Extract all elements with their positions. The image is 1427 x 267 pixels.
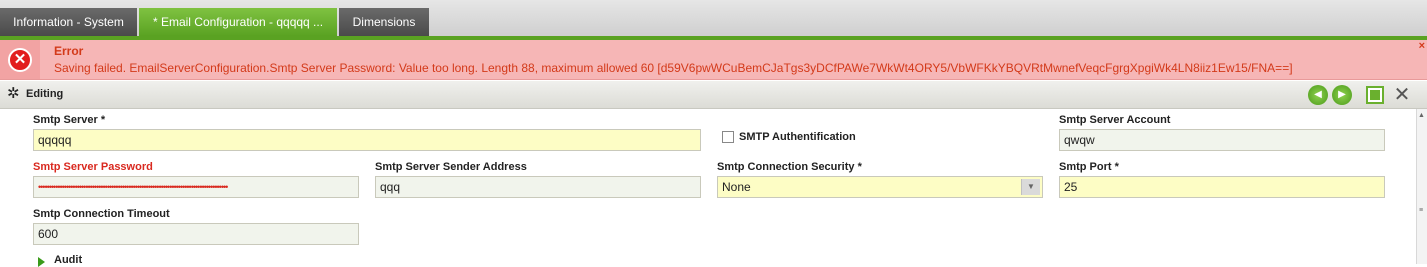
vertical-scrollbar[interactable]: ▲ ≡	[1416, 109, 1427, 264]
smtp-account-input[interactable]: qwqw	[1059, 129, 1385, 151]
next-record-button[interactable]: ▶	[1332, 85, 1352, 105]
chevron-down-icon[interactable]: ▼	[1021, 179, 1040, 195]
connection-security-label: Smtp Connection Security *	[717, 161, 862, 173]
smtp-port-input[interactable]: 25	[1059, 176, 1385, 198]
maximize-icon	[1370, 90, 1380, 100]
error-close-button[interactable]: ×	[1419, 40, 1425, 52]
scroll-grip-icon[interactable]: ≡	[1419, 207, 1423, 214]
tab-dimensions[interactable]: Dimensions	[339, 8, 429, 36]
tab-bar: Information - System * Email Configurati…	[0, 0, 1427, 36]
previous-record-button[interactable]: ◀	[1308, 85, 1328, 105]
error-title: Error	[54, 44, 84, 58]
connection-timeout-input[interactable]: 600	[33, 223, 359, 245]
audit-section-label[interactable]: Audit	[54, 254, 82, 266]
error-banner: ✕ Error Saving failed. EmailServerConfig…	[0, 40, 1427, 80]
scroll-up-icon[interactable]: ▲	[1418, 112, 1425, 119]
smtp-server-label: Smtp Server *	[33, 114, 106, 126]
error-icon-box: ✕	[0, 40, 40, 79]
error-x-icon: ✕	[8, 48, 32, 72]
smtp-port-label: Smtp Port *	[1059, 161, 1119, 173]
asterisk-icon: ✲	[7, 85, 20, 102]
sender-address-input[interactable]: qqq	[375, 176, 701, 198]
smtp-server-input[interactable]: qqqqq	[33, 129, 701, 151]
connection-timeout-label: Smtp Connection Timeout	[33, 208, 170, 220]
close-form-button[interactable]: ✕	[1392, 85, 1412, 105]
editing-label: Editing	[26, 88, 64, 100]
smtp-password-label: Smtp Server Password	[33, 161, 153, 173]
sender-address-label: Smtp Server Sender Address	[375, 161, 527, 173]
smtp-auth-checkbox[interactable]	[722, 131, 734, 143]
editing-toolbar: ✲ Editing ◀ ▶ ✕	[0, 81, 1427, 109]
smtp-password-input[interactable]: ••••••••••••••••••••••••••••••••••••••••…	[33, 176, 359, 198]
maximize-button[interactable]	[1366, 86, 1384, 104]
audit-expand-icon[interactable]	[38, 257, 45, 267]
smtp-account-label: Smtp Server Account	[1059, 114, 1171, 126]
tab-email-configuration[interactable]: * Email Configuration - qqqqq ...	[139, 8, 337, 36]
connection-security-select[interactable]: None ▼	[717, 176, 1043, 198]
smtp-auth-label: SMTP Authentification	[739, 131, 856, 143]
error-message: Saving failed. EmailServerConfiguration.…	[54, 61, 1293, 75]
tab-information-system[interactable]: Information - System	[0, 8, 137, 36]
connection-security-value: None	[722, 180, 751, 194]
